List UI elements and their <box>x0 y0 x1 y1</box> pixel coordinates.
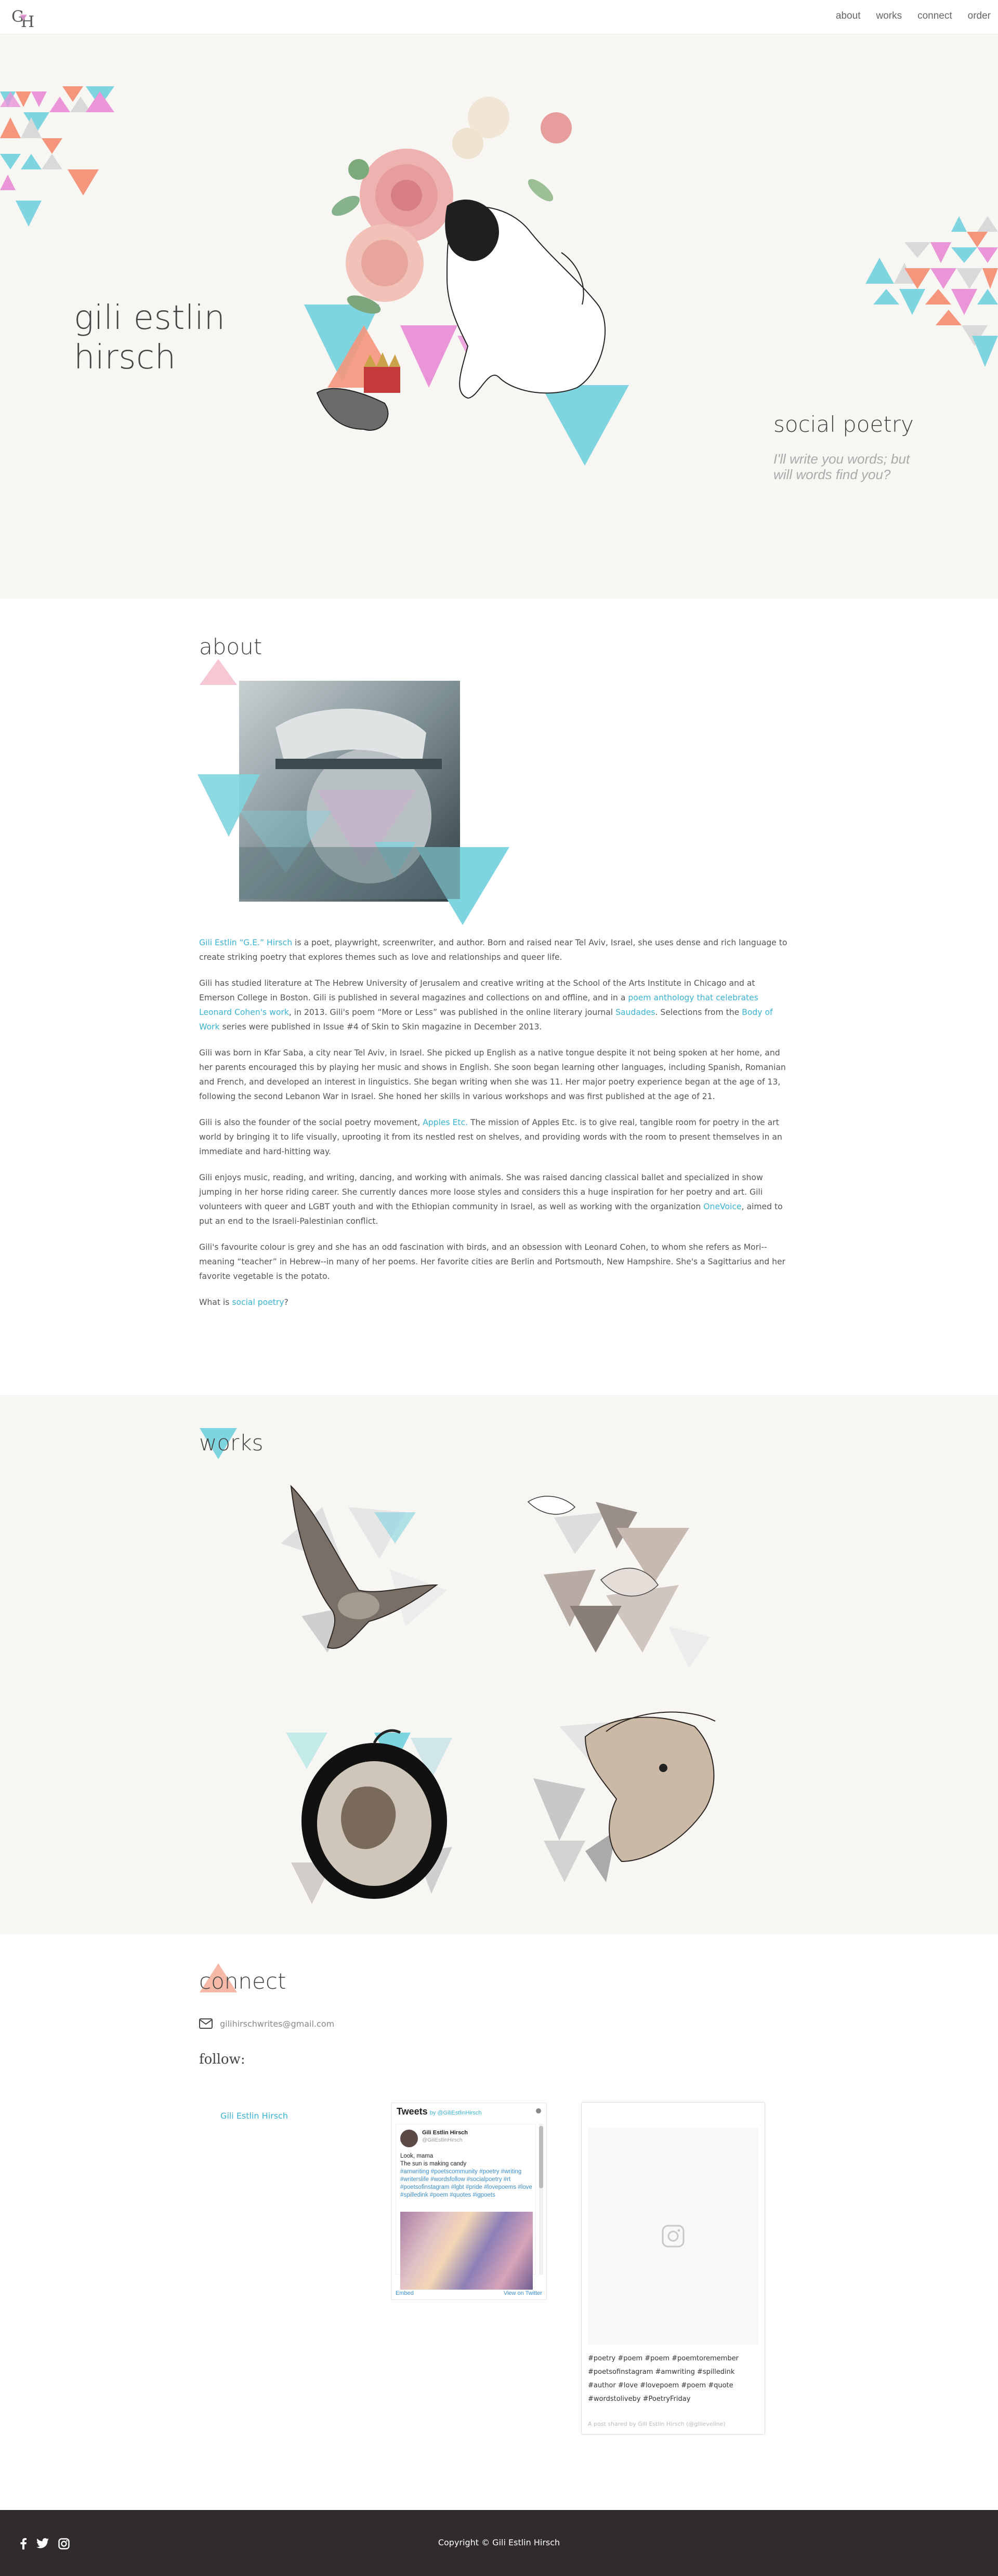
apples-etc-link[interactable]: Apples Etc. <box>423 1118 468 1127</box>
instagram-post-image[interactable] <box>588 2128 758 2345</box>
twitter-widget-header: Tweets by @GiliEstlinHirsch <box>397 2106 482 2117</box>
tweet-author[interactable]: Gili Estlin Hirsch <box>422 2130 468 2136</box>
about-paragraph-6: Gili's favourite colour is grey and she … <box>199 1243 785 1281</box>
footer: Copyright © Gili Estlin Hirsch <box>0 2510 998 2576</box>
copyright: Copyright © Gili Estlin Hirsch <box>438 2538 560 2547</box>
about-name-link[interactable]: Gili Estlin “G.E.” Hirsch <box>199 938 292 947</box>
about-section: about Gili Estlin “G.E.” Hirsch is a poe… <box>0 599 998 1395</box>
twitter-info-icon[interactable] <box>536 2108 541 2113</box>
about-paragraph-1: Gili Estlin “G.E.” Hirsch is a poet, pla… <box>199 938 787 962</box>
hero-name-line2: hirsch <box>74 338 176 377</box>
tweet-hashtags[interactable]: #amwriting #poetscommunity #poetry #writ… <box>400 2168 533 2199</box>
tweet-handle[interactable]: @GiliEstlinHirsch <box>422 2137 462 2143</box>
avatar[interactable] <box>400 2130 418 2147</box>
twitter-widget-footer: Embed View on Twitter <box>396 2290 542 2296</box>
facebook-page-link[interactable]: Gili Estlin Hirsch <box>220 2111 288 2121</box>
social-poetry-link[interactable]: social poetry <box>232 1298 284 1307</box>
nav-link-about[interactable]: about <box>836 10 861 22</box>
saudades-link[interactable]: Saudades <box>615 1008 655 1017</box>
about-paragraph-7: What is social poetry? <box>199 1298 288 1307</box>
works-title: works <box>199 1430 264 1456</box>
instagram-credit[interactable]: A post shared by Gili Estlin Hirsch (@gi… <box>588 2421 726 2427</box>
tagline-title: social poetry <box>773 412 914 437</box>
nav-links: about works connect order <box>836 10 991 22</box>
tweet-text: Look, mama The sun is making candy #amwr… <box>400 2153 533 2199</box>
connect-title: connect <box>199 1969 286 1994</box>
tweet-image[interactable] <box>400 2212 533 2290</box>
about-text: Gili Estlin “G.E.” Hirsch is a poet, pla… <box>199 935 792 1321</box>
view-on-twitter-link[interactable]: View on Twitter <box>504 2290 542 2296</box>
tweet[interactable]: Gili Estlin Hirsch @GiliEstlinHirsch Loo… <box>396 2124 536 2290</box>
nav-link-order[interactable]: order <box>968 10 991 22</box>
timeline-scrollbar[interactable] <box>539 2124 543 2275</box>
work-tile-owl[interactable] <box>528 1706 726 1903</box>
hero-section: gili estlin hirsch social poetry I'll wr… <box>0 34 998 599</box>
work-tile-bird-flight[interactable] <box>270 1481 468 1679</box>
work-tile-dove-hands[interactable] <box>523 1481 720 1679</box>
right-triangle-pattern <box>865 216 998 367</box>
instagram-caption: #poetry #poem #poem #poemtoremember #poe… <box>588 2355 739 2403</box>
works-section: works <box>0 1395 998 1934</box>
tagline-text: I'll write you words; but will words fin… <box>773 451 910 482</box>
about-paragraph-4: Gili is also the founder of the social p… <box>199 1118 782 1156</box>
about-paragraph-3: Gili was born in Kfar Saba, a city near … <box>199 1048 786 1101</box>
onevoice-link[interactable]: OneVoice <box>703 1202 741 1211</box>
instagram-icon <box>662 2225 685 2248</box>
work-tile-apple[interactable] <box>275 1717 473 1914</box>
instagram-embed: #poetry #poem #poem #poemtoremember #poe… <box>581 2102 765 2435</box>
left-triangle-pattern <box>0 86 114 227</box>
twitter-embed-link[interactable]: Embed <box>396 2290 414 2296</box>
hero-name-line1: gili estlin <box>74 299 226 337</box>
follow-label: follow: <box>199 2052 245 2067</box>
email-row[interactable]: gilihirschwrites@gmail.com <box>199 2018 334 2029</box>
hero-collage <box>304 97 629 466</box>
twitter-timeline-widget: Tweets by @GiliEstlinHirsch Gili Estlin H… <box>391 2103 547 2300</box>
site-logo[interactable]: G H <box>9 4 38 30</box>
top-navigation: G H about works connect order <box>0 0 998 34</box>
envelope-icon <box>199 2018 213 2029</box>
about-paragraph-5: Gili enjoys music, reading, and writing,… <box>199 1173 783 1226</box>
connect-section: connect gilihirschwrites@gmail.com follo… <box>0 1934 998 2510</box>
hero-name: gili estlin hirsch <box>74 298 226 377</box>
nav-link-works[interactable]: works <box>876 10 902 22</box>
about-portrait <box>198 681 509 925</box>
nav-link-connect[interactable]: connect <box>917 10 952 22</box>
about-paragraph-2: Gili has studied literature at The Hebre… <box>199 979 773 1032</box>
email-address[interactable]: gilihirschwrites@gmail.com <box>220 2019 334 2029</box>
twitter-by-link[interactable]: by @GiliEstlinHirsch <box>430 2110 482 2116</box>
about-title: about <box>199 634 262 659</box>
